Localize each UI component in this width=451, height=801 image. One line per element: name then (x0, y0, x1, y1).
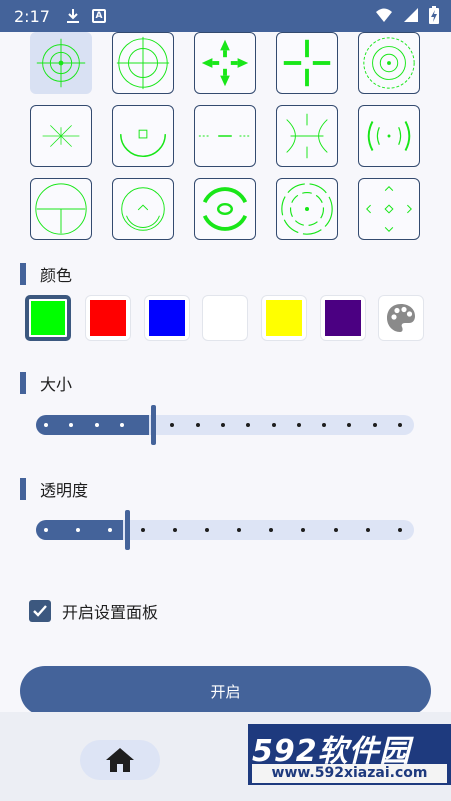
crosshair-scope-icon (36, 38, 86, 88)
slider-tick (94, 423, 99, 427)
crosshair-butterfly-icon (286, 113, 328, 159)
section-accent-bar (20, 372, 26, 394)
crosshair-bold-arcs-icon (202, 187, 248, 231)
watermark-url: www.592xiazai.com (252, 764, 447, 783)
battery-charging-icon (429, 6, 439, 28)
slider-thumb[interactable] (125, 510, 130, 550)
section-accent-bar (20, 263, 26, 285)
slider-tick (140, 528, 145, 532)
crosshair-asterisk-icon (42, 125, 80, 147)
crosshair-option-10[interactable] (358, 105, 420, 167)
wifi-icon (375, 7, 393, 27)
opacity-slider[interactable] (36, 510, 414, 550)
color-picker-button[interactable] (378, 295, 424, 341)
start-button[interactable]: 开启 (20, 666, 431, 716)
crosshair-option-3[interactable] (194, 32, 256, 94)
settings-panel-toggle[interactable]: 开启设置面板 (29, 599, 158, 623)
settings-panel-label: 开启设置面板 (62, 603, 159, 622)
status-time: 2:17 (14, 6, 50, 26)
slider-tick (221, 423, 225, 427)
crosshair-option-14[interactable] (276, 178, 338, 240)
crosshair-option-5[interactable] (358, 32, 420, 94)
swatch-fill (31, 301, 65, 335)
crosshair-plus-icon (283, 39, 331, 87)
swatch-fill (325, 300, 361, 336)
slider-tick (119, 423, 124, 427)
status-bar: 2:17 A (0, 0, 451, 32)
crosshair-broken-ring-icon (281, 183, 333, 235)
crosshair-dashed-line-icon (198, 135, 252, 137)
home-nav-button[interactable] (80, 740, 160, 780)
a-badge-icon: A (91, 9, 106, 23)
slider-tick (44, 528, 48, 532)
crosshair-option-12[interactable] (112, 178, 174, 240)
watermark-logo: 592软件园 www.592xiazai.com (248, 724, 451, 785)
swatch-fill (207, 300, 243, 336)
crosshair-option-11[interactable] (30, 178, 92, 240)
crosshair-option-15[interactable] (358, 178, 420, 240)
color-swatch-yellow[interactable] (261, 295, 307, 341)
color-title-text: 颜色 (40, 266, 73, 285)
color-swatch-indigo[interactable] (320, 295, 366, 341)
size-slider[interactable] (36, 405, 414, 445)
slider-thumb[interactable] (151, 405, 156, 445)
slider-tick (172, 528, 177, 532)
slider-tick (195, 423, 200, 427)
slider-tick (204, 528, 209, 532)
slider-active-track (36, 415, 149, 435)
palette-icon (387, 304, 415, 332)
slider-tick (333, 528, 338, 532)
crosshair-concentric-icon (363, 37, 415, 89)
crosshair-option-9[interactable] (276, 105, 338, 167)
crosshair-option-7[interactable] (112, 105, 174, 167)
opacity-title-text: 透明度 (40, 481, 89, 500)
crosshair-option-4[interactable] (276, 32, 338, 94)
crosshair-option-13[interactable] (194, 178, 256, 240)
swatch-fill (149, 300, 185, 336)
swatch-fill (90, 300, 126, 336)
color-swatch-blue[interactable] (144, 295, 190, 341)
size-section-title: 大小 (20, 371, 72, 395)
slider-tick (271, 423, 276, 427)
slider-tick (398, 528, 402, 532)
slider-tick (398, 423, 402, 427)
slider-tick (372, 423, 377, 427)
signal-icon (403, 7, 419, 27)
color-section-title: 颜色 (20, 262, 72, 286)
crosshair-four-arrows-icon (201, 39, 249, 87)
slider-tick (44, 423, 48, 427)
section-accent-bar (20, 478, 26, 500)
crosshair-circle-line-icon (35, 183, 87, 235)
crosshair-bowl-square-icon (120, 129, 166, 158)
check-icon (33, 605, 47, 617)
crosshair-brackets-icon (367, 121, 411, 151)
color-swatch-red[interactable] (85, 295, 131, 341)
swatch-fill (266, 300, 302, 336)
size-title-text: 大小 (40, 375, 73, 394)
crosshair-option-1[interactable] (30, 32, 92, 94)
settings-panel-checkbox[interactable] (29, 600, 51, 622)
slider-tick (365, 528, 370, 532)
color-swatch-white[interactable] (202, 295, 248, 341)
crosshair-arc-chevron-icon (121, 187, 165, 231)
crosshair-circle-cross-icon (116, 36, 170, 90)
slider-tick (296, 423, 301, 427)
crosshair-option-6[interactable] (30, 105, 92, 167)
color-swatch-green[interactable] (25, 295, 71, 341)
home-icon (106, 748, 134, 772)
crosshair-diamond-chevrons-icon (366, 186, 412, 232)
crosshair-option-8[interactable] (194, 105, 256, 167)
download-icon (66, 8, 80, 24)
crosshair-grid (30, 32, 425, 242)
crosshair-option-2[interactable] (112, 32, 174, 94)
opacity-section-title: 透明度 (20, 477, 88, 501)
